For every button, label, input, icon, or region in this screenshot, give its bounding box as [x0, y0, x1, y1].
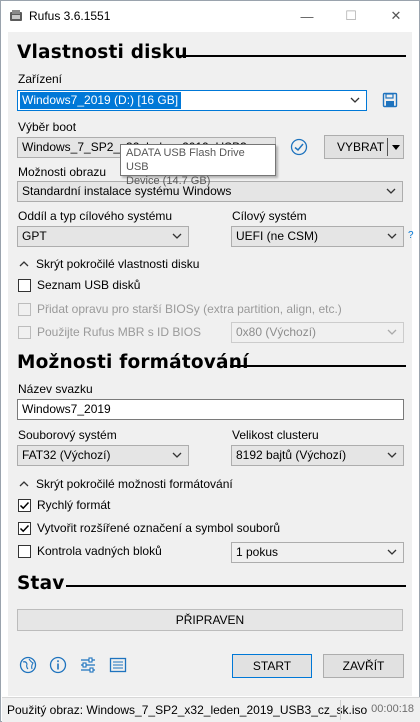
- list-usb-checkbox[interactable]: [18, 279, 31, 292]
- tooltip-line-2: Device (14.7 GB): [126, 175, 211, 187]
- target-system-value: UEFI (ne CSM): [236, 229, 319, 243]
- target-system-label: Cílový systém: [232, 209, 307, 223]
- rufus-mbr-label: Použijte Rufus MBR s ID BIOS: [37, 325, 202, 339]
- file-system-dropdown[interactable]: FAT32 (Výchozí): [17, 445, 189, 466]
- select-image-button[interactable]: VYBRAT: [324, 135, 404, 159]
- extended-label-checkbox[interactable]: [18, 522, 31, 535]
- bios-id-value: 0x80 (Výchozí): [236, 325, 317, 339]
- extended-label-text[interactable]: Vytvořit rozšířené označení a symbol sou…: [37, 521, 280, 535]
- quick-format-checkbox[interactable]: [18, 499, 31, 512]
- status-image-text: Použitý obraz: Windows_7_SP2_x32_leden_2…: [7, 703, 368, 717]
- chevron-down-icon: [386, 188, 396, 194]
- device-label: Zařízení: [18, 72, 63, 86]
- quick-format-label[interactable]: Rychlý formát: [37, 498, 110, 512]
- split-divider: [387, 138, 388, 156]
- image-option-label: Možnosti obrazu: [18, 165, 107, 179]
- section-title-status: Stav: [17, 573, 65, 594]
- target-system-dropdown[interactable]: UEFI (ne CSM): [231, 226, 404, 247]
- target-help-link[interactable]: ?: [408, 230, 414, 241]
- rufus-app-icon: [10, 10, 22, 21]
- language-globe-icon[interactable]: [19, 656, 37, 674]
- check-icon: [19, 501, 30, 510]
- partition-scheme-value: GPT: [22, 229, 47, 243]
- section-title-drive: Vlastnosti disku: [17, 42, 188, 63]
- passes-value: 1 pokus: [236, 545, 279, 559]
- checksum-check-icon[interactable]: [290, 138, 308, 156]
- chevron-down-icon: [172, 452, 182, 458]
- bios-fixes-checkbox[interactable]: [18, 303, 31, 316]
- progress-bar: PŘIPRAVEN: [17, 609, 403, 631]
- close-button[interactable]: ZAVŘÍT: [323, 654, 404, 678]
- drive-advanced-toggle[interactable]: Skrýt pokročilé vlastnosti disku: [36, 257, 199, 271]
- volume-label-label: Název svazku: [18, 382, 93, 396]
- chevron-up-icon[interactable]: [18, 259, 30, 269]
- chevron-down-icon: [172, 233, 182, 239]
- elapsed-time: 00:00:18: [371, 703, 414, 715]
- cluster-size-value: 8192 bajtů (Výchozí): [236, 448, 347, 462]
- close-button-label: ZAVŘÍT: [342, 659, 385, 673]
- status-separator: [340, 700, 341, 720]
- main-panel: Vlastnosti disku Zařízení Windows7_2019 …: [8, 32, 414, 696]
- tooltip-line-1: ADATA USB Flash Drive USB: [126, 147, 245, 173]
- chevron-down-icon: [387, 452, 397, 458]
- chevron-down-icon: [350, 97, 360, 103]
- chevron-down-icon: [387, 549, 397, 555]
- close-window-button[interactable]: ✕: [373, 1, 419, 31]
- bios-id-dropdown[interactable]: 0x80 (Výchozí): [231, 322, 404, 343]
- rufus-mbr-checkbox[interactable]: [18, 326, 31, 339]
- section-divider: [66, 585, 406, 587]
- info-icon[interactable]: [49, 656, 67, 674]
- bad-blocks-checkbox[interactable]: [18, 545, 31, 558]
- format-advanced-toggle[interactable]: Skrýt pokročilé možnosti formátování: [36, 477, 233, 491]
- maximize-button[interactable]: ☐: [328, 1, 374, 31]
- progress-status-text: PŘIPRAVEN: [175, 613, 245, 627]
- select-image-label: VYBRAT: [337, 140, 385, 154]
- chevron-up-icon[interactable]: [18, 479, 30, 489]
- volume-label-input[interactable]: Windows7_2019: [17, 399, 404, 420]
- cluster-size-label: Velikost clusteru: [232, 428, 319, 442]
- status-bar: Použitý obraz: Windows_7_SP2_x32_leden_2…: [2, 697, 420, 722]
- boot-selection-label: Výběr boot: [18, 120, 77, 134]
- start-button-label: START: [252, 659, 292, 673]
- cluster-size-dropdown[interactable]: 8192 bajtů (Výchozí): [231, 445, 404, 466]
- bios-fixes-label: Přidat opravu pro starší BIOSy (extra pa…: [37, 302, 342, 316]
- save-drive-icon[interactable]: [382, 92, 398, 108]
- minimize-button[interactable]: —: [284, 1, 330, 31]
- window-title: Rufus 3.6.1551: [29, 9, 111, 23]
- file-system-label: Souborový systém: [18, 428, 117, 442]
- device-dropdown[interactable]: Windows7_2019 (D:) [16 GB]: [17, 90, 367, 111]
- log-list-icon[interactable]: [109, 656, 127, 674]
- settings-sliders-icon[interactable]: [79, 656, 97, 674]
- start-button[interactable]: START: [232, 654, 312, 678]
- chevron-down-icon: [387, 233, 397, 239]
- partition-scheme-label: Oddíl a typ cílového systému: [18, 209, 173, 223]
- section-divider: [230, 365, 406, 367]
- bad-blocks-label[interactable]: Kontrola vadných bloků: [37, 544, 162, 558]
- passes-dropdown[interactable]: 1 pokus: [231, 542, 404, 563]
- partition-scheme-dropdown[interactable]: GPT: [17, 226, 189, 247]
- device-value: Windows7_2019 (D:) [16 GB]: [20, 92, 182, 109]
- title-bar[interactable]: Rufus 3.6.1551 — ☐ ✕: [1, 1, 419, 31]
- device-tooltip: ADATA USB Flash Drive USB Device (14.7 G…: [120, 144, 276, 187]
- file-system-value: FAT32 (Výchozí): [22, 448, 111, 462]
- rufus-window: Rufus 3.6.1551 — ☐ ✕ Vlastnosti disku Za…: [0, 0, 420, 722]
- check-icon: [19, 524, 30, 533]
- section-title-format: Možnosti formátování: [17, 352, 249, 373]
- list-usb-label[interactable]: Seznam USB disků: [37, 278, 140, 292]
- caret-down-icon[interactable]: [391, 142, 401, 152]
- section-divider: [178, 55, 406, 57]
- chevron-down-icon: [387, 329, 397, 335]
